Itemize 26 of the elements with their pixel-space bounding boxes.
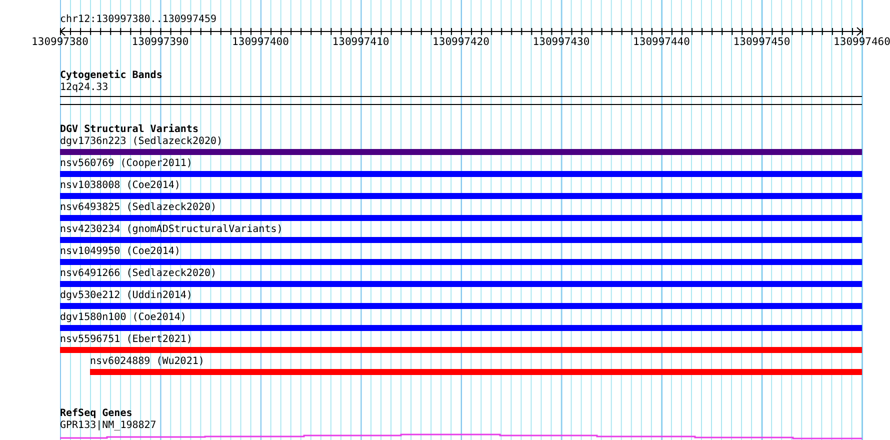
gene-label: GPR133|NM_198827 [60, 420, 156, 432]
ruler-label: 130997460 [834, 36, 890, 48]
ruler-label: 130997390 [132, 36, 189, 48]
variant-label: dgv1580n100 (Coe2014) [60, 312, 186, 324]
ruler-label: 130997400 [232, 36, 289, 48]
variant-label: dgv530e212 (Uddin2014) [60, 290, 192, 302]
variant-label: nsv4230234 (gnomADStructuralVariants) [60, 224, 283, 236]
ruler-label: 130997410 [332, 36, 390, 48]
ruler-label: 130997380 [32, 36, 88, 48]
variant-label: nsv1049950 (Coe2014) [60, 246, 180, 258]
variant-label: nsv6024889 (Wu2021) [90, 356, 204, 368]
variant-label: nsv6491266 (Sedlazeck2020) [60, 268, 217, 280]
ruler-label: 130997430 [532, 36, 590, 48]
ruler-label: 130997420 [432, 36, 490, 48]
ruler-label: 130997440 [633, 36, 690, 48]
ruler-label: 130997450 [733, 36, 790, 48]
band-label: 12q24.33 [60, 82, 108, 94]
variant-label: nsv6493825 (Sedlazeck2020) [60, 202, 217, 214]
variant-label: dgv1736n223 (Sedlazeck2020) [60, 136, 223, 148]
track-title: RefSeq Genes [60, 408, 132, 420]
location-label: chr12:130997380..130997459 [60, 14, 217, 26]
track-title: DGV Structural Variants [60, 124, 198, 136]
variant-label: nsv5596751 (Ebert2021) [60, 334, 192, 346]
track-title: Cytogenetic Bands [60, 70, 162, 82]
variant-label: nsv560769 (Cooper2011) [60, 158, 192, 170]
variant-label: nsv1038008 (Coe2014) [60, 180, 180, 192]
